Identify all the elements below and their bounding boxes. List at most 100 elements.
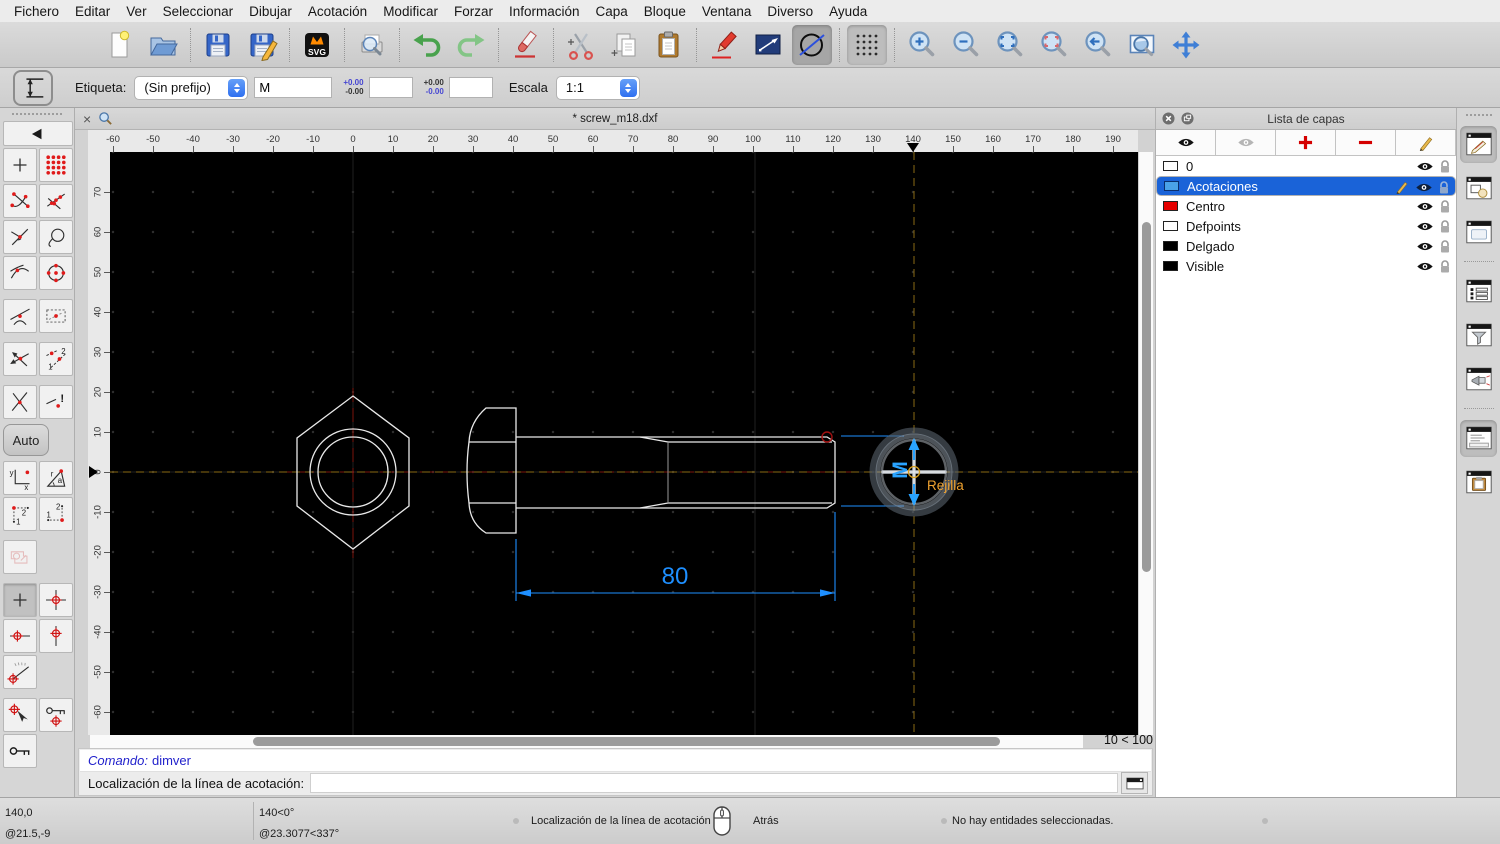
edit-layer-icon[interactable] xyxy=(1395,180,1409,197)
restriction-info-button[interactable]: ! xyxy=(39,385,73,419)
back-arrow-button[interactable] xyxy=(3,121,73,146)
open-file-button[interactable] xyxy=(143,25,183,65)
redo-button[interactable] xyxy=(451,25,491,65)
tolerance-upper-input[interactable] xyxy=(368,77,413,98)
coordinate-cartesian-button[interactable]: yx xyxy=(3,461,37,495)
restrict-horizontal-button[interactable] xyxy=(3,619,37,653)
drawing-canvas[interactable]: 80 M Rejilla xyxy=(110,152,1138,735)
command-window-toggle-button[interactable] xyxy=(1121,772,1148,794)
layer-row-defpoints[interactable]: Defpoints xyxy=(1156,216,1456,236)
intersection-auto-snap-button[interactable] xyxy=(3,342,37,376)
pan-button[interactable] xyxy=(1166,25,1206,65)
endpoint-snap-button[interactable] xyxy=(3,184,37,218)
print-preview-button[interactable] xyxy=(352,25,392,65)
save-button[interactable] xyxy=(198,25,238,65)
layer-visibility-icon[interactable] xyxy=(1415,181,1433,196)
menu-bloque[interactable]: Bloque xyxy=(644,4,686,19)
zoom-selection-button[interactable] xyxy=(1034,25,1074,65)
circle-tool-button[interactable] xyxy=(792,24,832,65)
perpendicular-snap-button[interactable] xyxy=(3,220,37,254)
block-list-panel-toggle-button[interactable] xyxy=(1460,170,1497,207)
center-snap-button[interactable] xyxy=(39,256,73,290)
menu-forzar[interactable]: Forzar xyxy=(454,4,493,19)
menu-ver[interactable]: Ver xyxy=(126,4,146,19)
menu-seleccionar[interactable]: Seleccionar xyxy=(163,4,234,19)
zoom-in-button[interactable] xyxy=(902,25,942,65)
remove-layer-button[interactable] xyxy=(1336,130,1396,155)
horizontal-scrollbar-thumb[interactable] xyxy=(253,737,1000,746)
horizontal-scrollbar[interactable] xyxy=(90,735,1083,748)
on-entity-snap-button[interactable] xyxy=(39,184,73,218)
layer-row-0[interactable]: 0 xyxy=(1156,156,1456,176)
show-all-layers-button[interactable] xyxy=(1156,130,1216,155)
prefix-select[interactable]: (Sin prefijo) xyxy=(134,75,249,100)
corner-point-21-button[interactable]: 12 xyxy=(39,497,73,531)
menu-ayuda[interactable]: Ayuda xyxy=(829,4,867,19)
filter-panel-toggle-button[interactable] xyxy=(1460,317,1497,354)
menu-fichero[interactable]: Fichero xyxy=(14,4,59,19)
dimension-80[interactable]: 80 xyxy=(515,512,836,601)
snap-auto-button[interactable]: Auto xyxy=(3,424,49,456)
draw-pencil-button[interactable] xyxy=(704,25,744,65)
save-as-button[interactable] xyxy=(242,25,282,65)
coordinate-polar-button[interactable]: ra xyxy=(39,461,73,495)
property-list-panel-toggle-button[interactable] xyxy=(1460,273,1497,310)
layer-lock-icon[interactable] xyxy=(1439,239,1451,257)
paste-button[interactable] xyxy=(649,25,689,65)
layer-row-delgado[interactable]: Delgado xyxy=(1156,236,1456,256)
intersection-snap-button[interactable] xyxy=(3,385,37,419)
zoom-window-button[interactable] xyxy=(1122,25,1162,65)
layer-visibility-icon[interactable] xyxy=(1416,220,1434,235)
menu-acotacion[interactable]: Acotación xyxy=(308,4,367,19)
lock-relative-zero-button[interactable] xyxy=(39,698,73,732)
zoom-out-button[interactable] xyxy=(946,25,986,65)
menu-capa[interactable]: Capa xyxy=(596,4,628,19)
clipboard-panel-toggle-button[interactable] xyxy=(1460,464,1497,501)
menu-diverso[interactable]: Diverso xyxy=(767,4,813,19)
copy-button[interactable] xyxy=(605,25,645,65)
edit-layer-button[interactable] xyxy=(1396,130,1456,155)
layer-row-visible[interactable]: Visible xyxy=(1156,256,1456,276)
polyline-tool-button[interactable] xyxy=(748,25,788,65)
free-snap-button[interactable] xyxy=(3,148,37,182)
key-lock-button[interactable] xyxy=(3,734,37,768)
layer-lock-icon[interactable] xyxy=(1439,199,1451,217)
hide-all-layers-button[interactable] xyxy=(1216,130,1276,155)
restrict-nothing-button[interactable] xyxy=(3,583,37,617)
tangent-snap-button[interactable] xyxy=(3,299,37,333)
undo-button[interactable] xyxy=(407,25,447,65)
scale-select[interactable]: 1:1 xyxy=(555,75,640,100)
corner-point-12-button[interactable]: 12 xyxy=(3,497,37,531)
menu-modificar[interactable]: Modificar xyxy=(383,4,438,19)
vertical-scrollbar[interactable] xyxy=(1138,152,1153,735)
cut-button[interactable] xyxy=(561,25,601,65)
middle-snap-button[interactable] xyxy=(39,299,73,333)
vertical-scrollbar-thumb[interactable] xyxy=(1141,222,1151,572)
menu-informacion[interactable]: Información xyxy=(509,4,580,19)
layer-row-centro[interactable]: Centro xyxy=(1156,196,1456,216)
grid-snap-button[interactable] xyxy=(39,148,73,182)
layer-visibility-icon[interactable] xyxy=(1416,260,1434,275)
restrict-orthogonal-button[interactable] xyxy=(39,583,73,617)
layer-list-panel-toggle-button[interactable] xyxy=(1460,125,1497,163)
svg-export-button[interactable]: SVG xyxy=(297,25,337,65)
layer-visibility-icon[interactable] xyxy=(1416,200,1434,215)
nearest-snap-button[interactable] xyxy=(3,256,37,290)
menu-ventana[interactable]: Ventana xyxy=(702,4,752,19)
grid-toggle-button[interactable] xyxy=(847,24,887,65)
add-layer-button[interactable] xyxy=(1276,130,1336,155)
delete-button[interactable] xyxy=(506,25,546,65)
selection-tool-faded-button[interactable] xyxy=(3,540,37,574)
library-browser-panel-toggle-button[interactable] xyxy=(1460,214,1497,251)
layer-visibility-icon[interactable] xyxy=(1416,160,1434,175)
layer-row-acotaciones[interactable]: Acotaciones xyxy=(1156,176,1456,196)
zoom-previous-button[interactable] xyxy=(1078,25,1118,65)
command-line-panel-toggle-button[interactable] xyxy=(1460,419,1497,457)
notification-panel-toggle-button[interactable] xyxy=(1460,361,1497,398)
vertical-dimension-tool-button[interactable] xyxy=(13,69,53,106)
dimension-label-input[interactable] xyxy=(254,77,333,98)
intersection-manual-snap-button[interactable]: 12 xyxy=(39,342,73,376)
new-document-button[interactable] xyxy=(99,25,139,65)
restrict-vertical-button[interactable] xyxy=(39,619,73,653)
layer-lock-icon[interactable] xyxy=(1439,159,1451,177)
